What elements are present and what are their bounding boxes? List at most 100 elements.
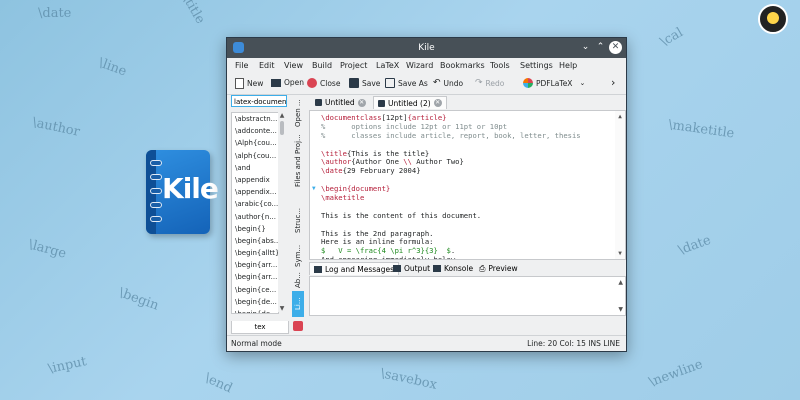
chevron-down-icon[interactable]: ⌄ [579, 79, 585, 87]
tab-konsole[interactable]: Konsole [429, 262, 477, 275]
side-tab-symbols[interactable]: Sym... [292, 243, 304, 269]
left-sidebar-panel: latex-document \abstractn... \addconte...… [229, 95, 289, 334]
menu-help[interactable]: Help [559, 61, 577, 70]
side-tab-latex-commands[interactable]: Li... [292, 291, 304, 317]
status-bar: Normal mode Line: 20 Col: 15 INS LINE [227, 335, 626, 351]
toolbar-overflow-button[interactable]: › [611, 76, 615, 89]
undo-button[interactable]: ↶ Undo [433, 78, 463, 88]
code-token: {29 February 2004} [342, 166, 421, 176]
pdf-preview-icon[interactable] [293, 321, 303, 331]
maximize-button[interactable]: ⌃ [594, 41, 607, 54]
command-list-scrollbar[interactable]: ▲ ▼ [278, 112, 286, 312]
log-messages-pane[interactable]: ▲ ▼ [309, 276, 626, 316]
scroll-down-icon[interactable]: ▼ [615, 250, 625, 257]
main-toolbar: New Open Close Save Save As ↶ Undo ↷ Red… [227, 74, 626, 95]
kile-logo: Kile [146, 150, 219, 234]
menu-tools[interactable]: Tools [490, 61, 510, 70]
code-token: {Author One [351, 157, 404, 167]
pdflatex-build-button[interactable]: PDFLaTeX ⌄ [523, 78, 585, 88]
editor-tab-untitled-2[interactable]: Untitled (2) ✕ [373, 96, 447, 109]
redo-icon: ↷ [475, 78, 483, 88]
minimize-button[interactable]: ⌄ [579, 41, 592, 54]
side-tab-files-projects[interactable]: Files and Proj... [292, 133, 304, 189]
command-list-item[interactable]: \begin{ce... [232, 284, 278, 296]
fold-marker-icon[interactable]: ▼ [312, 185, 316, 192]
scrollbar-thumb[interactable] [280, 121, 284, 135]
menu-project[interactable]: Project [340, 61, 367, 70]
open-button[interactable]: Open [271, 78, 304, 87]
menu-latex[interactable]: LaTeX [376, 61, 399, 70]
tab-preview[interactable]: ⎙ Preview [475, 262, 522, 275]
scroll-down-icon[interactable]: ▼ [618, 306, 623, 313]
code-token: \date [321, 166, 343, 176]
save-icon [349, 78, 359, 88]
tab-output[interactable]: Output [389, 262, 434, 275]
command-list-item[interactable]: \addconte... [232, 125, 278, 137]
code-line: This is the content of this document. [321, 211, 613, 221]
close-tab-icon[interactable]: ✕ [357, 98, 366, 107]
bg-word-maketitle: \maketitle [667, 117, 736, 142]
command-list-item[interactable]: \appendix... [232, 186, 278, 198]
editor-tab-untitled[interactable]: Untitled ✕ [311, 96, 370, 109]
command-list-item[interactable]: \begin{arr... [232, 259, 278, 271]
command-list-item[interactable]: \alph{cou... [232, 150, 278, 162]
menu-bar: File Edit View Build Project LaTeX Wizar… [227, 58, 626, 74]
side-tab-open-files[interactable]: Open ... [292, 97, 304, 129]
command-list-item[interactable]: \author{n... [232, 211, 278, 223]
command-list-item[interactable]: \begin{de... [232, 296, 278, 308]
editor-scrollbar[interactable]: ▲ ▼ [615, 111, 625, 259]
bg-word-line: \line [96, 55, 129, 80]
command-list-item[interactable]: \begin{} [232, 223, 278, 235]
save-as-button[interactable]: Save As [385, 78, 428, 88]
side-tab-structure[interactable]: Struc... [292, 203, 304, 237]
menu-bookmarks[interactable]: Bookmarks [440, 61, 485, 70]
command-list-item[interactable]: \begin{de... [232, 308, 278, 313]
save-button[interactable]: Save [349, 78, 380, 88]
code-editor[interactable]: ▼ \documentclass[12pt]{article}% options… [309, 110, 626, 260]
code-token: \maketitle [321, 193, 365, 203]
code-line: And appearing immediately below [321, 255, 613, 259]
side-tab-abbreviations[interactable]: Ab... [292, 272, 304, 288]
code-line: % classes include article, report, book,… [321, 131, 613, 141]
menu-view[interactable]: View [284, 61, 303, 70]
corner-badge-icon [758, 4, 788, 34]
menu-wizard[interactable]: Wizard [406, 61, 433, 70]
bg-word-date2: \date [676, 232, 713, 259]
undo-icon: ↶ [433, 78, 441, 88]
bg-word-begin: \begin [116, 285, 161, 314]
code-line: \begin{document} [321, 184, 613, 194]
command-list-item[interactable]: \begin{abs... [232, 235, 278, 247]
command-list-item[interactable]: \begin{arr... [232, 271, 278, 283]
command-list-item[interactable]: \begin{alltt} [232, 247, 278, 259]
menu-file[interactable]: File [235, 61, 248, 70]
redo-button[interactable]: ↷ Redo [475, 78, 504, 88]
close-button[interactable]: Close [307, 78, 340, 88]
menu-settings[interactable]: Settings [520, 61, 553, 70]
command-list-item[interactable]: \Alph{cou... [232, 137, 278, 149]
command-list[interactable]: \abstractn... \addconte... \Alph{cou... \al… [231, 112, 279, 314]
code-token: {article} [407, 113, 447, 122]
menu-edit[interactable]: Edit [259, 61, 275, 70]
menu-build[interactable]: Build [312, 61, 332, 70]
scroll-down-icon[interactable]: ▼ [278, 305, 286, 312]
bg-word-date: \date [38, 6, 72, 21]
editor-text[interactable]: \documentclass[12pt]{article}% options i… [321, 113, 613, 259]
tex-tab[interactable]: tex [231, 321, 289, 334]
code-token: % options include 12pt or 11pt or 10pt [321, 121, 508, 131]
command-list-item[interactable]: \and [232, 162, 278, 174]
scroll-up-icon[interactable]: ▲ [615, 113, 625, 120]
close-tab-icon[interactable]: ✕ [433, 99, 442, 107]
command-list-item[interactable]: \arabic{co... [232, 198, 278, 210]
completion-filter-input[interactable]: latex-document [231, 95, 287, 107]
new-button[interactable]: New [235, 78, 263, 89]
code-line: \date{29 February 2004} [321, 166, 613, 176]
code-token: . [450, 246, 456, 256]
command-list-item[interactable]: \abstractn... [232, 113, 278, 125]
scroll-up-icon[interactable]: ▲ [618, 279, 623, 286]
close-window-button[interactable]: ✕ [609, 41, 622, 54]
scroll-up-icon[interactable]: ▲ [278, 112, 286, 119]
window-title: Kile [418, 43, 435, 53]
tab-log-messages[interactable]: Log and Messages [309, 262, 400, 275]
command-list-item[interactable]: \appendix [232, 174, 278, 186]
bg-word-newline: \newline [647, 356, 705, 391]
